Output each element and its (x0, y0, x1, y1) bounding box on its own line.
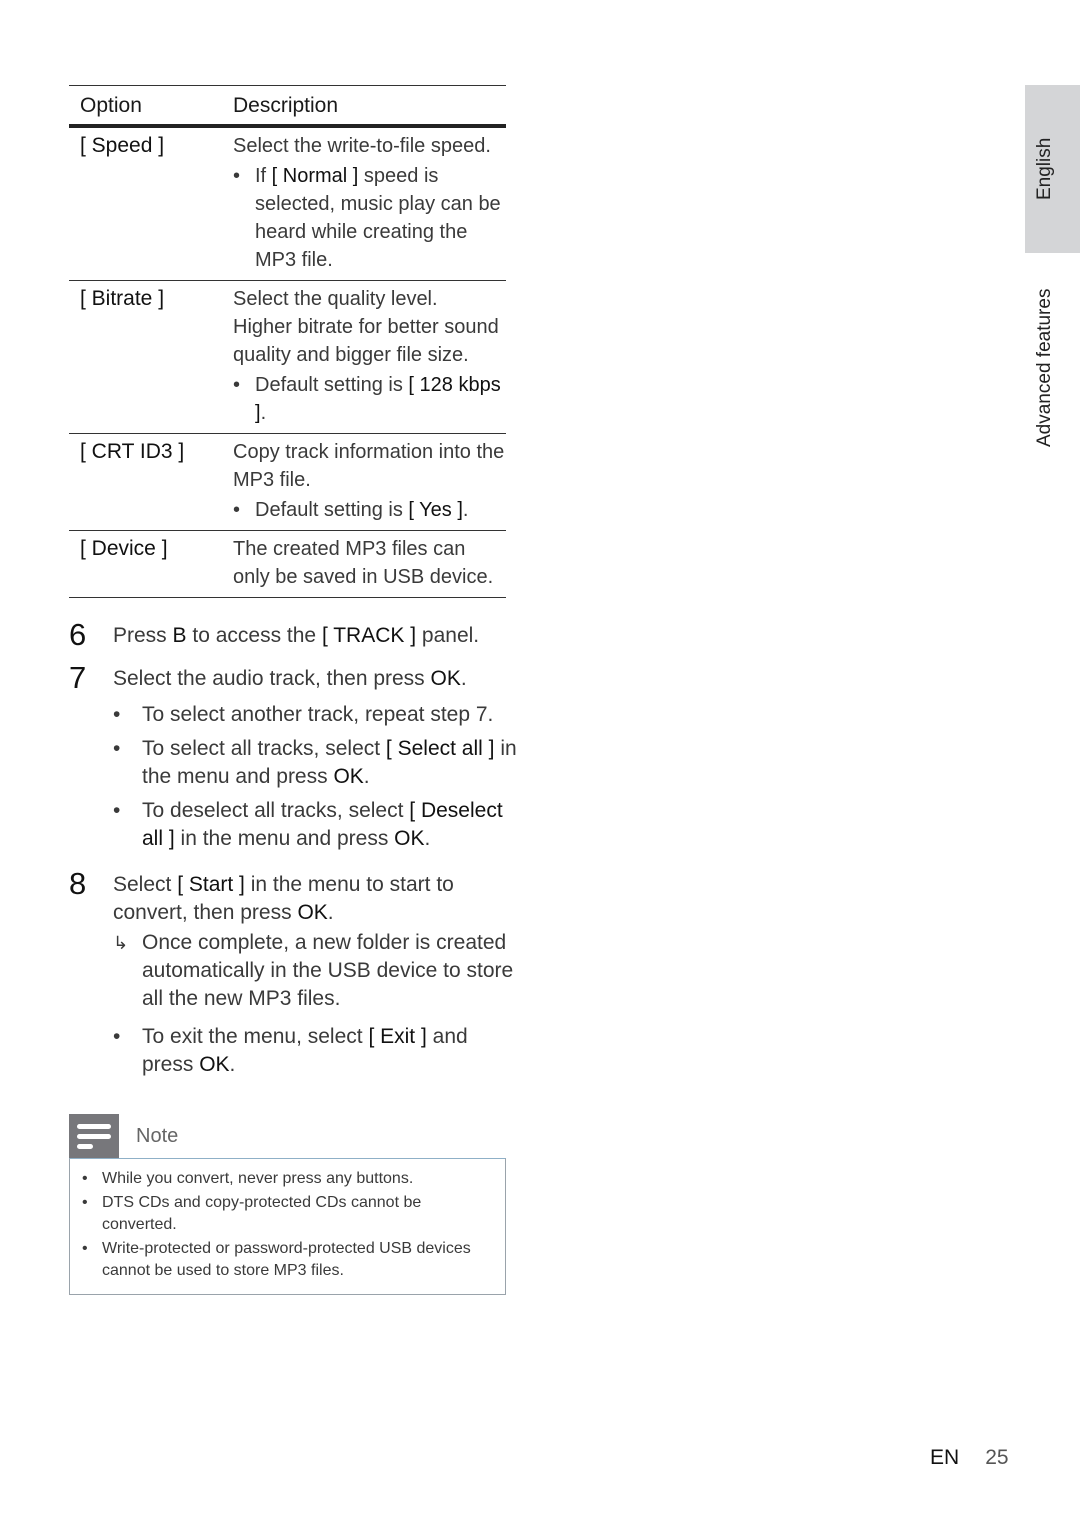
result-text: Once complete, a new folder is created a… (142, 931, 514, 1010)
step-8: 8 Select [ Start ] in the menu to start … (69, 867, 519, 1013)
note-item: • DTS CDs and copy-protected CDs cannot … (82, 1192, 495, 1236)
sub-text: To select another track, repeat step 7. (142, 703, 494, 726)
bullet-icon: • (82, 1194, 88, 1211)
bullet-icon: • (233, 165, 241, 187)
option-description: Copy track information into the MP3 file… (222, 434, 506, 531)
step-text: Select [ Start ] in the menu to start to… (113, 867, 519, 1013)
header-option: Option (80, 94, 142, 117)
note-text: DTS CDs and copy-protected CDs cannot be… (102, 1194, 422, 1233)
step-number: 6 (69, 617, 87, 652)
table-row: [ CRT ID3 ] Copy track information into … (69, 434, 506, 531)
description-text: Select the quality level. (233, 288, 438, 310)
step-text: Press B to access the [ TRACK ] panel. (113, 624, 480, 647)
table-row: [ Device ] The created MP3 files can onl… (69, 531, 506, 598)
header-description: Description (233, 94, 339, 117)
step-number: 7 (69, 660, 87, 695)
bullet-icon: • (113, 1025, 121, 1048)
page-number: 25 (985, 1446, 1009, 1469)
step-number: 8 (69, 866, 87, 901)
description-bullet: • If [ Normal ] speed is selected, music… (233, 162, 506, 274)
sub-text: To select all tracks, select [ Select al… (142, 737, 517, 788)
key-label: OK (430, 667, 461, 690)
option-name: [ Bitrate ] (80, 287, 165, 310)
bullet-text: If (255, 165, 272, 187)
note-item: • While you convert, never press any but… (82, 1168, 495, 1190)
note-text: Write-protected or password-protected US… (102, 1240, 471, 1279)
description-text: The created MP3 files can only be saved … (233, 538, 494, 588)
key-label: B (172, 624, 187, 647)
bullet-icon: • (233, 499, 241, 521)
table-header-row: Option Description (69, 85, 506, 126)
option-description: The created MP3 files can only be saved … (222, 531, 506, 598)
result-arrow-icon: ↳ (113, 933, 129, 953)
option-description: Select the write-to-file speed. • If [ N… (222, 126, 506, 281)
bullet-icon: • (82, 1170, 88, 1187)
bullet-icon: • (82, 1240, 88, 1257)
section-tab-label: Advanced features (1034, 288, 1055, 447)
bullet-emphasis: [ Normal ] (271, 165, 359, 187)
option-name: [ CRT ID3 ] (80, 440, 185, 463)
table-row: [ Speed ] Select the write-to-file speed… (69, 126, 506, 281)
table-row: [ Bitrate ] Select the quality level. Hi… (69, 281, 506, 434)
description-bullet: • Default setting is [ Yes ]. (233, 496, 506, 524)
note-box: Note • While you convert, never press an… (69, 1114, 506, 1295)
instruction-steps: 6 Press B to access the [ TRACK ] panel.… (69, 618, 519, 1085)
description-bullet: • Default setting is [ 128 kbps ]. (233, 371, 506, 427)
step-text: Select the audio track, then press OK. (113, 667, 467, 690)
bullet-icon: • (113, 737, 121, 760)
step-result: ↳ Once complete, a new folder is created… (113, 929, 519, 1013)
note-item: • Write-protected or password-protected … (82, 1238, 495, 1282)
page-footer: EN 25 (930, 1446, 1009, 1470)
footer-language: EN (930, 1446, 960, 1469)
note-body: • While you convert, never press any but… (69, 1158, 506, 1295)
option-description: Select the quality level. Higher bitrate… (222, 281, 506, 434)
bullet-text: Default setting is (255, 374, 409, 396)
step-7-sub-1: • To select another track, repeat step 7… (113, 701, 519, 729)
option-name: [ Device ] (80, 537, 168, 560)
step-7-sub-2: • To select all tracks, select [ Select … (113, 735, 519, 791)
step-7: 7 Select the audio track, then press OK. (69, 661, 519, 695)
note-text: While you convert, never press any butto… (102, 1170, 414, 1187)
step-6: 6 Press B to access the [ TRACK ] panel. (69, 618, 519, 652)
step-8-sub-1: • To exit the menu, select [ Exit ] and … (113, 1023, 519, 1079)
note-lines-icon (69, 1114, 119, 1158)
bullet-icon: • (233, 374, 241, 396)
bullet-text: . (462, 499, 469, 521)
option-name: [ Speed ] (80, 134, 165, 157)
language-tab-label: English (1034, 137, 1055, 200)
bullet-emphasis: [ Yes ] (408, 499, 463, 521)
note-header: Note (69, 1114, 506, 1158)
bullet-text: Default setting is (255, 499, 409, 521)
description-text: Copy track information into the MP3 file… (233, 441, 505, 491)
description-text: Select the write-to-file speed. (233, 135, 491, 157)
options-table: Option Description [ Speed ] Select the … (69, 85, 506, 598)
description-text: Higher bitrate for better sound quality … (233, 316, 499, 366)
bullet-text: . (260, 402, 267, 424)
menu-label: [ TRACK ] (321, 624, 417, 647)
sub-text: To exit the menu, select [ Exit ] and pr… (142, 1025, 468, 1076)
sub-text: To deselect all tracks, select [ Deselec… (142, 799, 503, 850)
bullet-icon: • (113, 703, 121, 726)
bullet-icon: • (113, 799, 121, 822)
step-7-sub-3: • To deselect all tracks, select [ Desel… (113, 797, 519, 853)
note-title: Note (136, 1124, 179, 1147)
